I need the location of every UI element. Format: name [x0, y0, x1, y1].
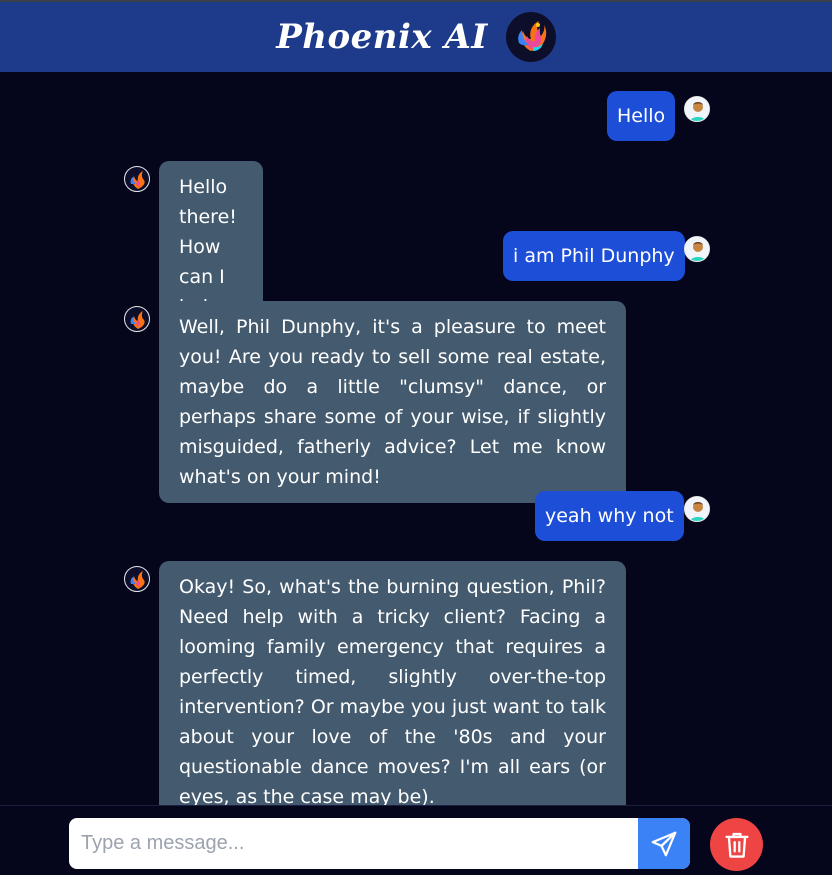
app-title: Phoenix AI [276, 17, 488, 57]
composer-bar [0, 805, 832, 875]
user-message-bubble: i am Phil Dunphy [503, 231, 685, 281]
trash-icon [724, 832, 749, 858]
bot-message-bubble: Well, Phil Dunphy, it's a pleasure to me… [159, 301, 626, 503]
send-button[interactable] [638, 818, 690, 869]
message-input-wrapper [69, 818, 690, 869]
message-input[interactable] [69, 818, 638, 869]
user-avatar [684, 236, 710, 262]
user-avatar [684, 96, 710, 122]
chat-messages[interactable]: Hello Hello there! How can I help you to… [0, 72, 832, 823]
phoenix-logo-icon [505, 12, 556, 62]
clear-chat-button[interactable] [710, 818, 763, 871]
bot-message-bubble: Okay! So, what's the burning question, P… [159, 561, 626, 823]
user-avatar [684, 496, 710, 522]
bot-avatar [124, 566, 150, 592]
bot-avatar [124, 166, 150, 192]
user-message-bubble: Hello [607, 91, 676, 141]
send-icon [651, 831, 677, 856]
bot-avatar [124, 306, 150, 332]
app-header: Phoenix AI [0, 2, 832, 72]
user-message-bubble: yeah why not [535, 491, 684, 541]
